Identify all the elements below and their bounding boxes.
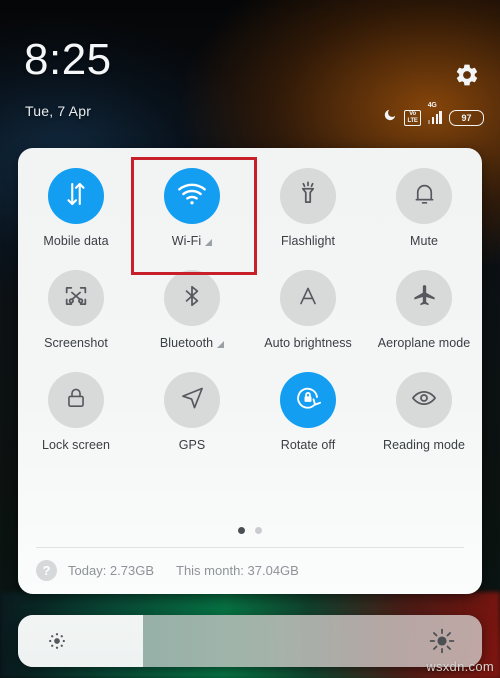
tile-screenshot-label: Screenshot [44,336,108,350]
battery-percent-label: 97 [461,112,472,123]
data-usage-month: This month: 37.04GB [176,563,299,578]
tile-label-text: Aeroplane mode [377,336,471,350]
tile-label-text: Auto brightness [264,336,352,350]
tile-mobile-data-circle[interactable] [48,168,104,224]
tile-label-text: GPS [178,438,206,452]
tile-label-text: Rotate off [280,438,336,452]
tile-rotate-off-label: Rotate off [281,438,335,452]
tile-auto-brightness[interactable]: Auto brightness [250,260,366,350]
gps-arrow-icon [179,384,206,416]
page-dot-2[interactable] [255,527,262,534]
chevron-expand-icon[interactable] [217,340,225,348]
tile-label-text: Mute [410,234,438,248]
page-dot-1[interactable] [238,527,245,534]
settings-button[interactable] [452,62,482,92]
mobile-data-icon [61,179,91,214]
tile-rotate-off[interactable]: Rotate off [250,362,366,452]
tile-bluetooth-circle[interactable] [164,270,220,326]
tile-label-text: Screenshot [44,336,108,350]
moon-icon [383,108,397,127]
tile-flashlight[interactable]: Flashlight [250,158,366,248]
bell-icon [411,180,438,212]
tile-reading-mode-label: Reading mode [383,438,465,452]
sun-large-icon [428,627,456,655]
tile-aeroplane-mode-circle[interactable] [396,270,452,326]
tile-screenshot[interactable]: Screenshot [18,260,134,350]
tile-label-text: Reading mode [383,438,465,452]
tile-aeroplane-mode[interactable]: Aeroplane mode [366,260,482,350]
flashlight-icon [294,180,322,213]
tile-reading-mode[interactable]: Reading mode [366,362,482,452]
tile-mute[interactable]: Mute [366,158,482,248]
wifi-icon [176,178,208,215]
tile-lock-screen-circle[interactable] [48,372,104,428]
page-indicator[interactable] [18,527,482,534]
tile-auto-brightness-circle[interactable] [280,270,336,326]
tile-rotate-off-circle[interactable] [280,372,336,428]
tile-reading-mode-circle[interactable] [396,372,452,428]
tile-label-text: Flashlight [281,234,335,248]
tile-wifi-label: Wi-Fi [171,234,213,248]
tile-label-text: Lock screen [42,438,110,452]
tile-auto-brightness-label: Auto brightness [264,336,352,350]
lockscreen-clock: 8:25 [24,35,112,84]
tile-flashlight-label: Flashlight [281,234,335,248]
screenshot-icon [62,282,90,315]
data-usage-row[interactable]: ? Today: 2.73GB This month: 37.04GB [36,560,299,581]
tile-mobile-data[interactable]: Mobile data [18,158,134,248]
signal-icon: 4G [427,102,442,124]
tile-wifi-circle[interactable] [164,168,220,224]
tile-lock-screen[interactable]: Lock screen [18,362,134,452]
brightness-slider[interactable] [18,615,482,667]
data-usage-today: Today: 2.73GB [68,563,154,578]
quick-settings-tiles: Mobile data Wi-Fi Flashlight Mute Screen… [18,158,482,452]
tile-wifi[interactable]: Wi-Fi [134,158,250,248]
tile-flashlight-circle[interactable] [280,168,336,224]
tile-lock-screen-label: Lock screen [42,438,110,452]
status-icons: Vo LTE 4G 97 [383,102,484,127]
tile-aeroplane-mode-label: Aeroplane mode [378,336,470,350]
sun-small-icon [46,630,68,652]
eye-icon [410,384,438,417]
tile-label-text: Mobile data [43,234,109,248]
bluetooth-icon [179,283,205,314]
aeroplane-icon [411,282,438,314]
tile-gps[interactable]: GPS [134,362,250,452]
gear-icon [454,62,480,93]
tile-bluetooth-label: Bluetooth [159,336,225,350]
chevron-expand-icon[interactable] [205,238,213,246]
battery-indicator: 97 [449,109,484,126]
panel-divider [36,547,464,548]
volte-icon: Vo LTE [404,109,421,126]
rotate-lock-icon [293,383,323,418]
phone-screen: 8:25 Tue, 7 Apr Vo LTE 4G 97 Mobile data… [0,0,500,678]
brightness-slider-fill [18,615,144,667]
tile-gps-circle[interactable] [164,372,220,428]
lock-icon [63,385,89,416]
lockscreen-date: Tue, 7 Apr [25,103,92,119]
tile-gps-label: GPS [179,438,206,452]
tile-label-text: Bluetooth [159,336,214,350]
data-usage-text: Today: 2.73GB This month: 37.04GB [68,563,299,578]
watermark: wsxdn.com [426,659,494,674]
tile-screenshot-circle[interactable] [48,270,104,326]
auto-brightness-icon [295,283,321,314]
tile-bluetooth[interactable]: Bluetooth [134,260,250,350]
quick-settings-panel: Mobile data Wi-Fi Flashlight Mute Screen… [18,148,482,594]
network-type-label: 4G [427,102,437,109]
tile-label-text: Wi-Fi [171,234,202,248]
tile-mute-circle[interactable] [396,168,452,224]
question-mark-icon[interactable]: ? [36,560,57,581]
tile-mobile-data-label: Mobile data [43,234,108,248]
signal-bars [427,111,442,124]
tile-mute-label: Mute [410,234,438,248]
